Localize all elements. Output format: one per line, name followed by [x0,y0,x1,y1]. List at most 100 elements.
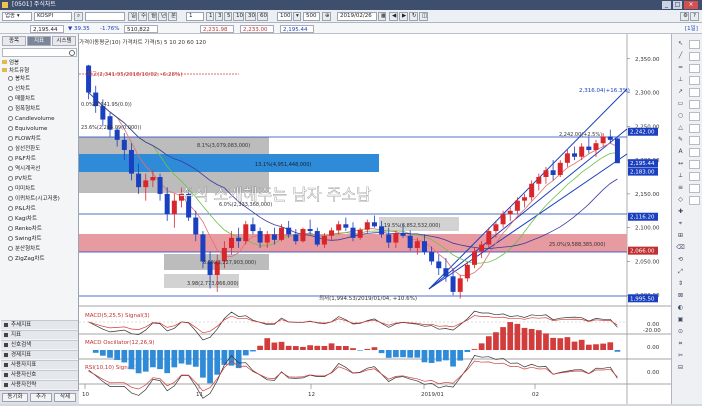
close-icon[interactable]: × [684,1,698,9]
zoom-total-input[interactable]: 500 [303,12,320,21]
radio-icon[interactable] [8,76,13,81]
toggle-button[interactable]: ◫ [419,12,428,21]
date-input[interactable]: 2019/02/26 [337,12,377,21]
radio-icon[interactable] [8,136,13,141]
chart-type-item[interactable]: Kagi차트 [8,216,37,223]
chart-type-item[interactable]: Renko차트 [8,226,42,233]
section-user-indicator[interactable]: 사용자지표 [1,360,78,369]
sync-button[interactable]: 동기화 [2,393,28,402]
drawing-tool-icon[interactable]: ○ [675,112,686,120]
radio-icon[interactable] [8,226,13,231]
interval-60-button[interactable]: 60 [257,12,268,21]
chart-type-item[interactable]: 선차트 [8,86,30,93]
drawing-tool-icon[interactable]: △ [675,124,686,132]
interval-3-button[interactable]: 3 [215,12,223,21]
radio-icon[interactable] [8,146,13,151]
drawing-tool-icon[interactable]: ↖ [675,40,686,48]
chart-type-item[interactable]: 이퀴차트(시고저종) [8,196,60,203]
chart-type-item[interactable]: 매물차트 [8,96,35,103]
radio-icon[interactable] [8,86,13,91]
tree-root[interactable]: 엄봉 [2,60,19,67]
tab-indicator[interactable]: 지표 [27,36,51,46]
chart-type-item[interactable]: ZigZag차트 [8,256,45,263]
section-economy[interactable]: 경제지표 [1,350,78,359]
chart-type-item[interactable]: 점폭형차트 [8,106,40,113]
section-signal[interactable]: 신호검색 [1,340,78,349]
next-button[interactable]: ▶ [399,12,408,21]
radio-icon[interactable] [8,106,13,111]
tab-stock[interactable]: 종목 [2,36,26,46]
panel-option-button[interactable] [689,52,700,61]
chart-type-item[interactable]: Candlevolume [8,116,54,123]
maximize-icon[interactable]: □ [673,1,682,9]
search-icon[interactable] [69,50,75,56]
search-code-button[interactable]: ⌕ [74,12,83,21]
help-icon[interactable]: ? [690,12,699,21]
count-spin-button[interactable]: ▾ [293,12,301,21]
chart-type-item[interactable]: 삼선전환도 [8,146,40,153]
panel-option-button[interactable] [689,160,700,169]
period-minute-button[interactable]: 분 [168,12,177,21]
chart-type-item[interactable]: 봉차트 [8,76,30,83]
period-week-button[interactable]: 주 [138,12,147,21]
drawing-tool-icon[interactable]: ↔ [675,160,686,168]
count-input[interactable]: 100 [277,12,292,21]
settings-icon[interactable]: ⚙ [680,12,689,21]
minimize-icon[interactable]: _ [662,1,671,9]
chart-type-item[interactable]: P&F차트 [8,156,36,163]
radio-icon[interactable] [8,206,13,211]
add-button[interactable]: 추가 [30,393,52,402]
drawing-tool-icon[interactable]: ✚ [675,208,686,216]
drawing-tool-icon[interactable]: ═ [675,64,686,72]
code-input[interactable]: KOSPI [34,12,72,21]
drawing-tool-icon[interactable]: ⤢ [675,268,686,276]
chart-type-item[interactable]: Swing차트 [8,236,42,243]
panel-option-button[interactable] [689,100,700,109]
calendar-icon[interactable]: ▦ [378,12,386,21]
panel-option-button[interactable] [689,112,700,121]
panel-option-button[interactable] [689,76,700,85]
interval-30-button[interactable]: 30 [245,12,256,21]
chart-type-item[interactable]: FLOW차트 [8,136,41,143]
chart-type-item[interactable]: PV차트 [8,176,32,183]
chart-type-item[interactable]: 역시계곡선 [8,166,40,173]
chart-type-item[interactable]: P&L차트 [8,206,36,213]
panel-option-button[interactable] [689,196,700,205]
section-trend[interactable]: 추세지표 [1,320,78,329]
minute-input[interactable]: 1 [186,12,204,21]
indicator-search-input[interactable] [2,48,77,57]
radio-icon[interactable] [8,246,13,251]
panel-option-button[interactable] [689,148,700,157]
chart-area[interactable]: 가격이동평균(10) 가격차트 가격(5) 5 10 20 60 120 최고(… [79,20,671,404]
drawing-tool-icon[interactable]: ⟲ [675,256,686,264]
drawing-tool-icon[interactable]: ◇ [675,196,686,204]
section-indicator[interactable]: 지표 [1,330,78,339]
drawing-tool-icon[interactable]: ⊠ [675,292,686,300]
drawing-tool-icon[interactable]: ╱ [675,52,686,60]
tab-system[interactable]: 시스템 [52,36,76,46]
drawing-tool-icon[interactable]: ✂ [675,352,686,360]
drawing-tool-icon[interactable]: ✎ [675,136,686,144]
chart-type-item[interactable]: Equivolume [8,126,47,133]
radio-icon[interactable] [8,196,13,201]
drawing-tool-icon[interactable]: ⌗ [675,340,686,348]
section-user-signal[interactable]: 사용자신호 [1,370,78,379]
interval-5-button[interactable]: 5 [224,12,232,21]
radio-icon[interactable] [8,156,13,161]
drawing-tool-icon[interactable]: ⇕ [675,280,686,288]
refresh-icon[interactable]: ↻ [409,12,418,21]
market-select[interactable]: 업종 ▾ [2,12,32,21]
panel-option-button[interactable] [689,88,700,97]
drawing-tool-icon[interactable]: ⟂ [675,172,686,180]
drawing-tool-icon[interactable]: ≡ [675,184,686,192]
drawing-tool-icon[interactable]: ⌖ [675,220,686,228]
radio-icon[interactable] [8,166,13,171]
panel-option-button[interactable] [689,184,700,193]
radio-icon[interactable] [8,126,13,131]
interval-10-button[interactable]: 10 [233,12,244,21]
chart-type-item[interactable]: 분산형차트 [8,246,40,253]
period-day-button[interactable]: 일 [128,12,137,21]
section-user-strategy[interactable]: 사용자전략 [1,380,78,389]
radio-icon[interactable] [8,96,13,101]
period-year-button[interactable]: 년 [158,12,167,21]
